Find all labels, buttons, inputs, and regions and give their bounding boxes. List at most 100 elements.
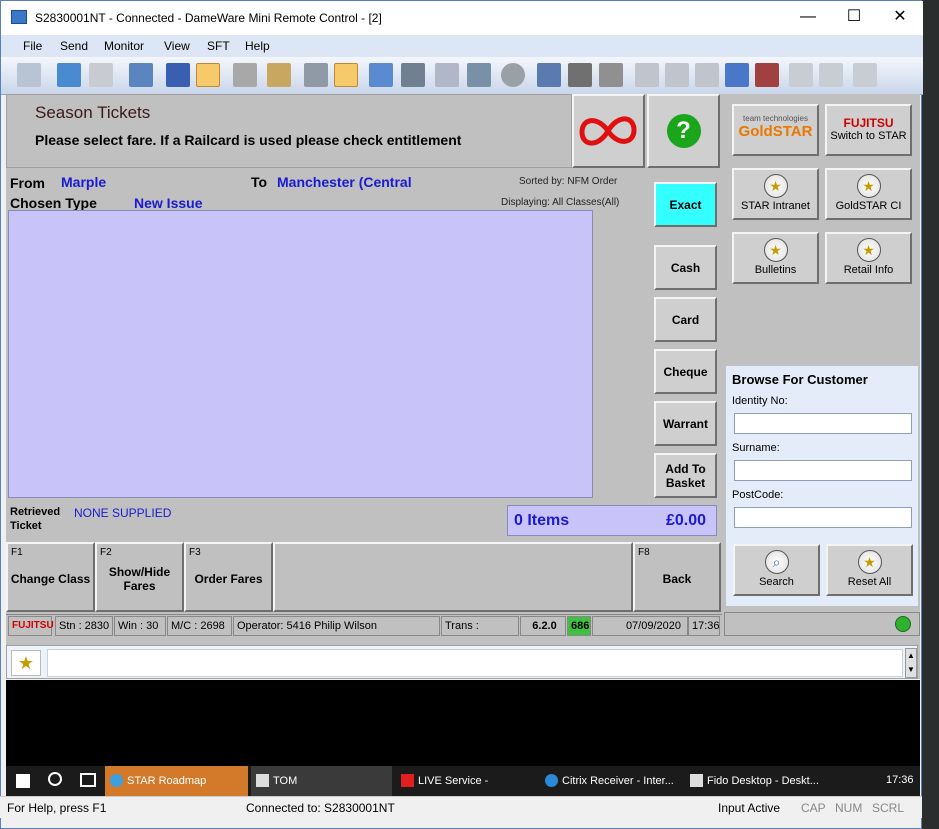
search-icon[interactable] bbox=[48, 772, 62, 786]
menu-send[interactable]: Send bbox=[60, 39, 88, 53]
roadmap-icon bbox=[110, 774, 123, 787]
pen-icon[interactable] bbox=[233, 63, 257, 87]
grid-icon[interactable] bbox=[166, 63, 190, 87]
star-intranet-button[interactable]: ★ STAR Intranet bbox=[732, 168, 819, 220]
ie-icon bbox=[545, 774, 558, 787]
book-icon[interactable] bbox=[755, 63, 779, 87]
transfer-icon[interactable] bbox=[725, 63, 749, 87]
exact-button[interactable]: Exact bbox=[654, 182, 717, 227]
tools-icon[interactable] bbox=[819, 63, 843, 87]
surname-input[interactable] bbox=[734, 460, 912, 481]
menu-help[interactable]: Help bbox=[245, 39, 270, 53]
fire-icon[interactable] bbox=[334, 63, 358, 87]
task-citrix[interactable]: Citrix Receiver - Inter... bbox=[540, 766, 681, 796]
bulletins-button[interactable]: ★ Bulletins bbox=[732, 232, 819, 284]
menu-monitor[interactable]: Monitor bbox=[104, 39, 144, 53]
card-button[interactable]: Card bbox=[654, 297, 717, 342]
close-button[interactable]: ✕ bbox=[877, 1, 923, 33]
fujitsu-logo: FUJITSU bbox=[843, 116, 894, 130]
f2-show-hide-fares-button[interactable]: F2 Show/Hide Fares bbox=[95, 542, 184, 612]
connected-text: Connected to: S2830001NT bbox=[246, 801, 395, 815]
machine-number: M/C : 2698 bbox=[167, 616, 232, 636]
task-star-roadmap[interactable]: STAR Roadmap bbox=[105, 766, 248, 796]
checklist-icon[interactable] bbox=[435, 63, 459, 87]
fujitsu-logo-button[interactable] bbox=[572, 94, 645, 168]
cap-indicator: CAP bbox=[801, 801, 826, 815]
add-to-basket-button[interactable]: Add To Basket bbox=[654, 453, 717, 498]
task-view-icon[interactable] bbox=[80, 773, 96, 787]
reset-all-button[interactable]: ★ Reset All bbox=[826, 544, 913, 596]
hand-icon[interactable] bbox=[267, 63, 291, 87]
right-status bbox=[724, 612, 920, 636]
surname-label: Surname: bbox=[732, 442, 780, 454]
menu-sft[interactable]: SFT bbox=[207, 39, 230, 53]
f3-order-fares-button[interactable]: F3 Order Fares bbox=[184, 542, 273, 612]
move-icon[interactable] bbox=[196, 63, 220, 87]
disc-icon[interactable] bbox=[501, 63, 525, 87]
device-icon[interactable] bbox=[401, 63, 425, 87]
f1-change-class-button[interactable]: F1 Change Class bbox=[6, 542, 95, 612]
copy-icon[interactable] bbox=[635, 63, 659, 87]
cheque-button[interactable]: Cheque bbox=[654, 349, 717, 394]
infinity-icon bbox=[579, 116, 637, 146]
message-field[interactable] bbox=[47, 649, 903, 677]
car2-icon[interactable] bbox=[599, 63, 623, 87]
goldstar-tagline: team technologies bbox=[743, 114, 808, 123]
remote-icon[interactable] bbox=[57, 63, 81, 87]
disconnect-icon[interactable] bbox=[129, 63, 153, 87]
menu-file[interactable]: File bbox=[23, 39, 42, 53]
postcode-input[interactable] bbox=[734, 507, 912, 528]
car-icon[interactable] bbox=[568, 63, 592, 87]
task-label: STAR Roadmap bbox=[127, 775, 207, 787]
delete-icon[interactable] bbox=[695, 63, 719, 87]
monitor-icon[interactable] bbox=[89, 63, 113, 87]
star-intranet-label: STAR Intranet bbox=[741, 200, 810, 212]
basket-totals: 0 Items £0.00 bbox=[507, 505, 717, 536]
retrieved-label: Retrieved bbox=[10, 506, 61, 518]
select-icon[interactable] bbox=[369, 63, 393, 87]
windows-icon[interactable] bbox=[789, 63, 813, 87]
files-icon[interactable] bbox=[665, 63, 689, 87]
to-label: To bbox=[251, 174, 268, 190]
sorted-by: Sorted by: NFM Order bbox=[519, 176, 618, 187]
help-button[interactable]: ? bbox=[647, 94, 720, 168]
goldstar-button[interactable]: team technologies GoldSTAR bbox=[732, 104, 819, 156]
to-value: Manchester (Central bbox=[277, 174, 412, 190]
network-icon[interactable] bbox=[537, 63, 561, 87]
connection-ok-icon bbox=[895, 616, 911, 632]
switch-to-star-label: Switch to STAR bbox=[830, 130, 907, 142]
warrant-button[interactable]: Warrant bbox=[654, 401, 717, 446]
ticket-label: Ticket bbox=[10, 520, 42, 532]
minimize-button[interactable]: — bbox=[785, 1, 831, 33]
scrollbar[interactable]: ▲ ▼ bbox=[905, 648, 917, 678]
connect-icon[interactable] bbox=[17, 63, 41, 87]
browse-title: Browse For Customer bbox=[732, 372, 868, 387]
retail-info-button[interactable]: ★ Retail Info bbox=[825, 232, 912, 284]
task-tom[interactable]: TOM bbox=[251, 766, 392, 796]
windows-start-icon[interactable] bbox=[16, 774, 30, 788]
star-icon[interactable]: ★ bbox=[11, 650, 41, 676]
f8-back-button[interactable]: F8 Back bbox=[633, 542, 721, 612]
chosen-type-label: Chosen Type bbox=[10, 195, 97, 211]
goldstar-ci-label: GoldSTAR CI bbox=[835, 200, 902, 212]
f1-key: F1 bbox=[11, 547, 23, 558]
switch-to-star-button[interactable]: FUJITSU Switch to STAR bbox=[825, 104, 912, 156]
view-icon[interactable] bbox=[304, 63, 328, 87]
mail-icon[interactable] bbox=[853, 63, 877, 87]
page-header: Season Tickets Please select fare. If a … bbox=[6, 94, 572, 168]
menu-view[interactable]: View bbox=[164, 39, 190, 53]
retail-info-label: Retail Info bbox=[843, 264, 894, 276]
task-fido[interactable]: Fido Desktop - Deskt... bbox=[685, 766, 826, 796]
fares-list[interactable] bbox=[8, 210, 593, 498]
identity-input[interactable] bbox=[734, 413, 912, 434]
total-amount: £0.00 bbox=[666, 512, 707, 529]
search-button[interactable]: ⌕ Search bbox=[733, 544, 820, 596]
remote-status-line: FUJITSU Stn : 2830 Win : 30 M/C : 2698 O… bbox=[6, 614, 722, 636]
maximize-button[interactable]: ☐ bbox=[831, 1, 877, 33]
settings-icon[interactable] bbox=[467, 63, 491, 87]
f2-label: Show/Hide Fares bbox=[108, 565, 171, 593]
count-badge: 686 bbox=[567, 616, 591, 636]
goldstar-ci-button[interactable]: ★ GoldSTAR CI bbox=[825, 168, 912, 220]
cash-button[interactable]: Cash bbox=[654, 245, 717, 290]
task-live-service[interactable]: LIVE Service - Journey... bbox=[396, 766, 537, 817]
